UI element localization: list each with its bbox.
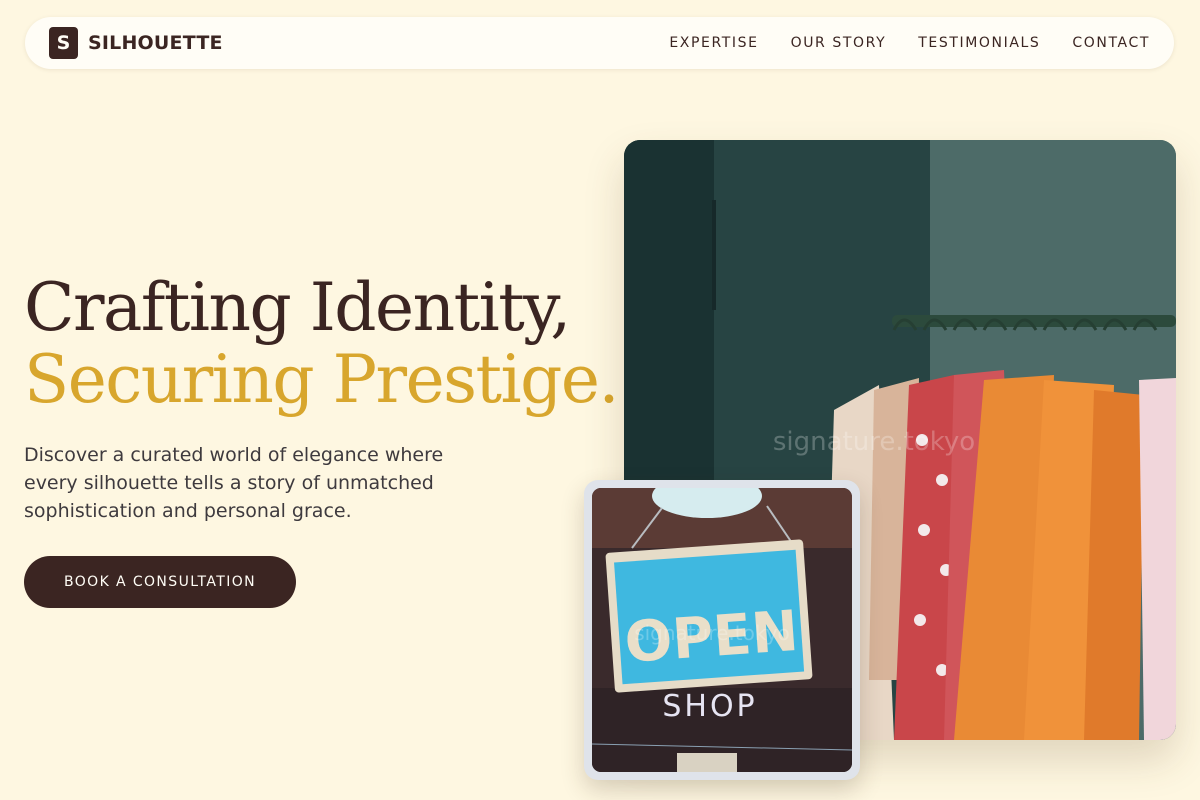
open-shop-illustration: OPEN SHOP signature.tokyo	[592, 488, 852, 772]
book-consultation-button[interactable]: BOOK A CONSULTATION	[24, 556, 296, 608]
shop-sign-text: SHOP	[662, 689, 757, 724]
nav-link-expertise[interactable]: EXPERTISE	[669, 35, 758, 51]
main-image-watermark: signature.tokyo	[773, 427, 975, 457]
brand-name: SILHOUETTE	[88, 32, 223, 54]
nav-links: EXPERTISE OUR STORY TESTIMONIALS CONTACT	[669, 35, 1150, 51]
hero-subtitle: Discover a curated world of elegance whe…	[24, 444, 444, 522]
open-shop-image: OPEN SHOP signature.tokyo	[592, 488, 852, 772]
open-shop-card: OPEN SHOP signature.tokyo	[584, 480, 860, 780]
hero-title: Crafting Identity, Securing Prestige.	[24, 269, 619, 418]
small-image-watermark: signature.tokyo	[634, 621, 790, 645]
top-navbar: S SILHOUETTE EXPERTISE OUR STORY TESTIMO…	[25, 17, 1174, 69]
logo-mark-icon: S	[49, 27, 78, 59]
nav-link-our-story[interactable]: OUR STORY	[791, 35, 887, 51]
hero-title-line2: Securing Prestige.	[24, 341, 619, 418]
hero-title-line1: Crafting Identity,	[24, 269, 571, 346]
brand-logo[interactable]: S SILHOUETTE	[49, 27, 223, 59]
nav-link-testimonials[interactable]: TESTIMONIALS	[918, 35, 1040, 51]
nav-link-contact[interactable]: CONTACT	[1072, 35, 1150, 51]
